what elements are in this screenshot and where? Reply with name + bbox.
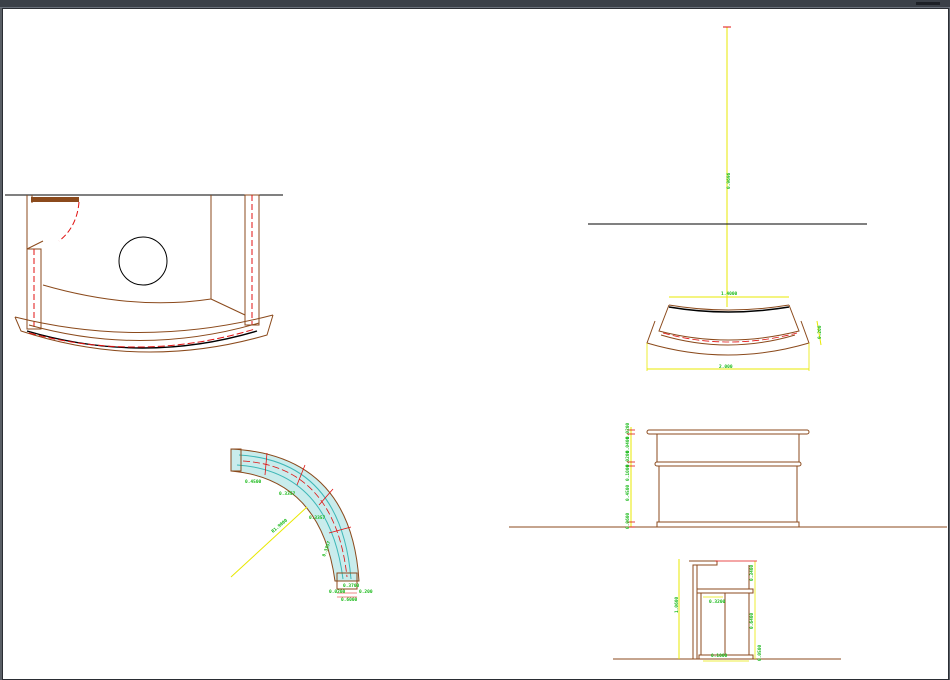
- dim-curve-seg-c: 0.3357: [309, 515, 326, 521]
- dim-elevation-height: 0.9696: [726, 172, 732, 189]
- dim-front-d5: 0.4500: [625, 484, 631, 501]
- dim-front-d1: 0.0200: [625, 422, 631, 439]
- dim-top-width: 1.4000: [721, 291, 738, 297]
- cad-drawing-canvas[interactable]: R1.9000 0.4500 0.3357 0.3357 0.3357 0.37…: [2, 8, 949, 680]
- arc-plan-view: R1.9000 0.4500 0.3357 0.3357 0.3357 0.37…: [230, 448, 373, 603]
- dim-side-mid: 0.6400: [749, 612, 755, 629]
- window-titlebar: [0, 0, 950, 8]
- counter-plan-right: 0.9696 1.4000 2.000 0.200: [588, 26, 867, 371]
- side-section: 1.0600 0.3200 0.3400 0.6400 0.0500 0.100…: [613, 559, 841, 662]
- dim-side-top: 0.3400: [749, 564, 755, 581]
- dim-overall-width: 2.000: [719, 364, 733, 370]
- dim-side-base-w: 0.1000: [711, 653, 728, 659]
- radius-line: [230, 506, 308, 578]
- column-circle: [118, 236, 168, 286]
- dim-end-w4: 0.6000: [341, 597, 358, 603]
- cad-drawing-svg: R1.9000 0.4500 0.3357 0.3357 0.3357 0.37…: [5, 26, 947, 662]
- dim-front-d3: 0.0200: [625, 450, 631, 467]
- dim-end-w3: 0.0200: [329, 589, 346, 595]
- dim-front-d2: 0.0400: [625, 436, 631, 453]
- dim-curve-seg-a: 0.4500: [245, 479, 262, 485]
- plan-view: [5, 194, 283, 353]
- front-elevation: 0.0200 0.0400 0.0200 0.1000 0.4500 0.060…: [509, 422, 947, 529]
- door-swing-arc: [58, 201, 80, 242]
- dim-side-inner: 0.3200: [709, 599, 726, 605]
- dim-front-d6: 0.0600: [625, 512, 631, 529]
- dim-side-height: 1.0600: [674, 596, 680, 613]
- window-grip[interactable]: [916, 2, 940, 5]
- dim-end-w2: 0.200: [359, 589, 373, 595]
- dim-side-base: 0.0500: [757, 644, 763, 661]
- door-panel: [31, 197, 79, 202]
- dim-end-w1: 0.3700: [343, 583, 360, 589]
- dim-curve-seg-b: 0.3357: [279, 491, 296, 497]
- dim-front-d4: 0.1000: [625, 464, 631, 481]
- dim-side-depth: 0.200: [817, 325, 823, 339]
